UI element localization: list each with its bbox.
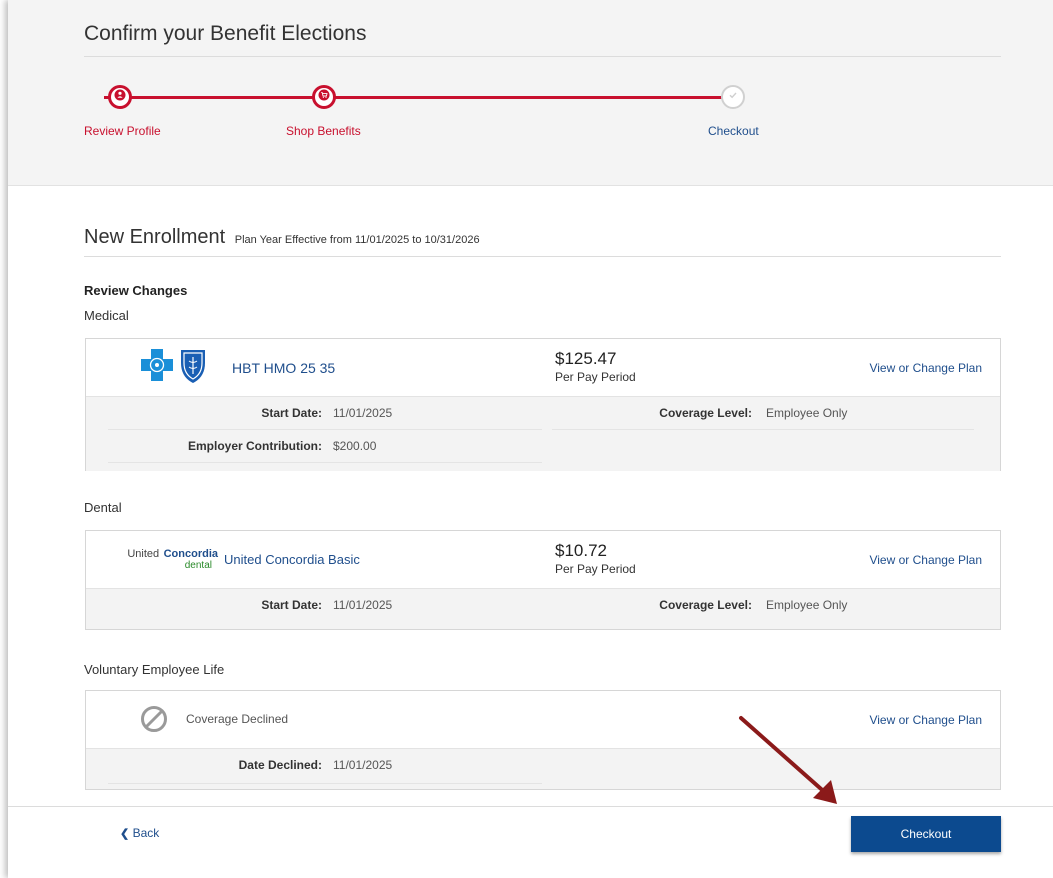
- logo-text-dental: dental: [184, 560, 212, 571]
- life-coverage-status: Coverage Declined: [186, 712, 289, 726]
- dental-plan-summary: United Concordia dental United Concordia…: [86, 531, 1000, 588]
- page-title: Confirm your Benefit Elections: [84, 22, 367, 45]
- checkout-button[interactable]: Checkout: [851, 816, 1001, 852]
- life-date-declined-value: 11/01/2025: [333, 758, 393, 772]
- step-review-profile-circle[interactable]: [108, 85, 132, 109]
- medical-employer-contribution-label: Employer Contribution:: [188, 439, 322, 453]
- footer-divider: [8, 806, 1053, 807]
- annotation-arrow-icon: [739, 716, 837, 804]
- medical-start-date-label: Start Date:: [261, 406, 322, 420]
- enrollment-subtitle: Plan Year Effective from 11/01/2025 to 1…: [234, 234, 480, 246]
- enrollment-heading: New Enrollment Plan Year Effective from …: [84, 226, 480, 249]
- dental-view-change-plan-link[interactable]: View or Change Plan: [869, 553, 982, 567]
- life-plan-summary: Coverage Declined View or Change Plan: [86, 691, 1000, 748]
- enrollment-title: New Enrollment: [84, 226, 226, 248]
- medical-plan-name[interactable]: HBT HMO 25 35: [232, 360, 335, 376]
- medical-view-change-plan-link[interactable]: View or Change Plan: [869, 361, 982, 375]
- united-concordia-logo: United Concordia dental: [120, 548, 218, 571]
- chevron-left-icon: ❮: [120, 828, 130, 840]
- dental-coverage-level-value: Employee Only: [766, 598, 848, 612]
- life-plan-card: Coverage Declined View or Change Plan Da…: [85, 690, 1001, 790]
- detail-row: Start Date: 11/01/2025 Coverage Level: E…: [86, 397, 1000, 430]
- dental-start-date-value: 11/01/2025: [333, 598, 393, 612]
- section-label-life: Voluntary Employee Life: [84, 662, 225, 677]
- back-label: Back: [132, 826, 160, 840]
- logo-text-concordia: Concordia: [163, 548, 218, 560]
- medical-plan-card: HBT HMO 25 35 $125.47 Per Pay Period Vie…: [85, 338, 1001, 471]
- medical-coverage-level-value: Employee Only: [766, 406, 848, 420]
- medical-price: $125.47 Per Pay Period: [555, 349, 636, 384]
- dental-price: $10.72 Per Pay Period: [555, 541, 636, 576]
- dental-price-period: Per Pay Period: [555, 562, 636, 576]
- section-label-medical: Medical: [84, 308, 129, 323]
- cart-icon: [318, 88, 330, 106]
- medical-start-date-value: 11/01/2025: [333, 406, 393, 420]
- medical-price-period: Per Pay Period: [555, 370, 636, 384]
- dental-price-amount: $10.72: [555, 541, 607, 560]
- dental-plan-name[interactable]: United Concordia Basic: [224, 552, 360, 567]
- medical-plan-details: Start Date: 11/01/2025 Coverage Level: E…: [86, 396, 1000, 471]
- title-divider: [84, 56, 1001, 57]
- enrollment-divider: [84, 256, 1001, 257]
- detail-row: Date Declined: 11/01/2025: [86, 749, 1000, 784]
- medical-coverage-level-label: Coverage Level:: [659, 406, 752, 420]
- medical-plan-summary: HBT HMO 25 35 $125.47 Per Pay Period Vie…: [86, 339, 1000, 396]
- dental-start-date-label: Start Date:: [261, 598, 322, 612]
- detail-row: Employer Contribution: $200.00: [86, 430, 1000, 463]
- bcbs-logo: [141, 347, 211, 390]
- row-divider: [108, 462, 542, 463]
- step-label-review-profile[interactable]: Review Profile: [84, 124, 161, 138]
- dental-plan-details: Start Date: 11/01/2025 Coverage Level: E…: [86, 588, 1000, 629]
- check-icon: [727, 88, 739, 106]
- header-band: Confirm your Benefit Elections Review Pr…: [8, 0, 1053, 186]
- logo-text-united: United: [127, 548, 160, 560]
- dental-coverage-level-label: Coverage Level:: [659, 598, 752, 612]
- medical-employer-contribution-value: $200.00: [333, 439, 377, 453]
- back-link[interactable]: ❮ Back: [120, 826, 159, 840]
- life-date-declined-label: Date Declined:: [238, 758, 322, 772]
- review-changes-heading: Review Changes: [84, 283, 188, 298]
- declined-icon: [140, 705, 168, 738]
- detail-row: Start Date: 11/01/2025 Coverage Level: E…: [86, 589, 1000, 622]
- row-divider: [108, 783, 542, 784]
- section-label-dental: Dental: [84, 500, 122, 515]
- step-label-shop-benefits[interactable]: Shop Benefits: [286, 124, 361, 138]
- step-label-checkout[interactable]: Checkout: [708, 124, 759, 138]
- page-frame: Confirm your Benefit Elections Review Pr…: [8, 0, 1053, 878]
- step-shop-benefits-circle[interactable]: [312, 85, 336, 109]
- progress-line-complete: [104, 96, 737, 99]
- user-icon: [114, 88, 126, 106]
- dental-plan-card: United Concordia dental United Concordia…: [85, 530, 1001, 630]
- life-plan-details: Date Declined: 11/01/2025: [86, 748, 1000, 789]
- life-view-change-plan-link[interactable]: View or Change Plan: [869, 713, 982, 727]
- step-checkout-circle[interactable]: [721, 85, 745, 109]
- medical-price-amount: $125.47: [555, 349, 617, 368]
